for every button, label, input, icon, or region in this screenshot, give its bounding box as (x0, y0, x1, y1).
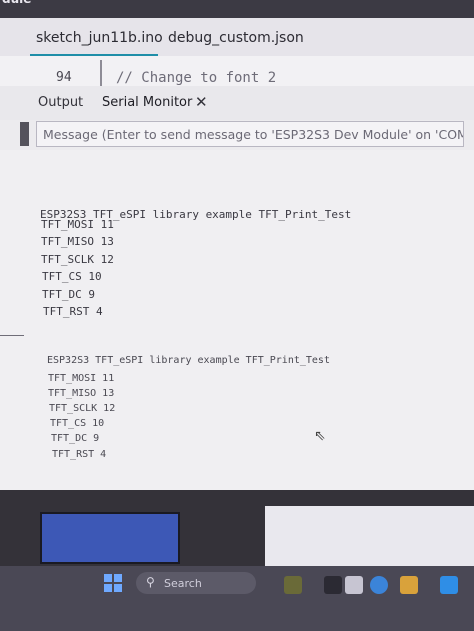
serial-line: TFT_MISO 13 (48, 388, 115, 399)
window-preview-light[interactable] (265, 506, 474, 568)
editor-code-line[interactable]: 94 // Change to font 2 (0, 56, 474, 86)
code-comment[interactable]: // Change to font 2 (116, 70, 276, 86)
tab-serial-monitor[interactable]: Serial Monitor (102, 95, 192, 110)
mouse-cursor-icon: ⇖ (314, 428, 326, 444)
tab-debug-custom[interactable]: debug_custom.json (168, 30, 304, 46)
taskview-icon[interactable] (324, 576, 342, 594)
file-explorer-icon[interactable] (284, 576, 302, 594)
minimized-window-preview[interactable] (40, 512, 180, 564)
serial-line: ESP32S3 TFT_eSPI library example TFT_Pri… (47, 355, 330, 366)
serial-line: TFT_RST 4 (43, 305, 103, 318)
fold-guide (100, 60, 102, 86)
serial-line: TFT_CS 10 (50, 418, 105, 429)
search-icon: ⚲ (146, 575, 155, 589)
serial-line: TFT_SCLK 12 (49, 403, 116, 414)
tab-output[interactable]: Output (38, 95, 83, 110)
store-icon[interactable] (400, 576, 418, 594)
panel-sidebar-marker (20, 122, 29, 146)
windows-start-icon[interactable] (104, 574, 122, 592)
serial-line: TFT_MISO 13 (41, 235, 114, 248)
tab-sketch[interactable]: sketch_jun11b.ino (36, 30, 163, 46)
serial-line: TFT_CS 10 (42, 270, 102, 283)
serial-line: TFT_RST 4 (52, 449, 107, 460)
bottom-panel-tabs: Output Serial Monitor ✕ (0, 86, 474, 120)
serial-line: TFT_SCLK 12 (41, 253, 114, 266)
window-title: dule (2, 0, 38, 6)
serial-line: TFT_DC 9 (42, 288, 95, 301)
vscode-icon[interactable] (440, 576, 458, 594)
browser-icon[interactable] (345, 576, 363, 594)
close-icon[interactable]: ✕ (195, 93, 208, 111)
editor-tabbar: sketch_jun11b.ino debug_custom.json (0, 18, 474, 57)
serial-line: TFT_DC 9 (51, 433, 100, 444)
serial-line: TFT_MOSI 11 (41, 218, 114, 231)
edge-icon[interactable] (370, 576, 388, 594)
serial-message-input[interactable]: Message (Enter to send message to 'ESP32… (36, 121, 464, 147)
output-separator (0, 335, 24, 336)
line-number: 94 (56, 70, 72, 85)
serial-line: TFT_MOSI 11 (48, 373, 115, 384)
search-label: Search (164, 577, 202, 590)
